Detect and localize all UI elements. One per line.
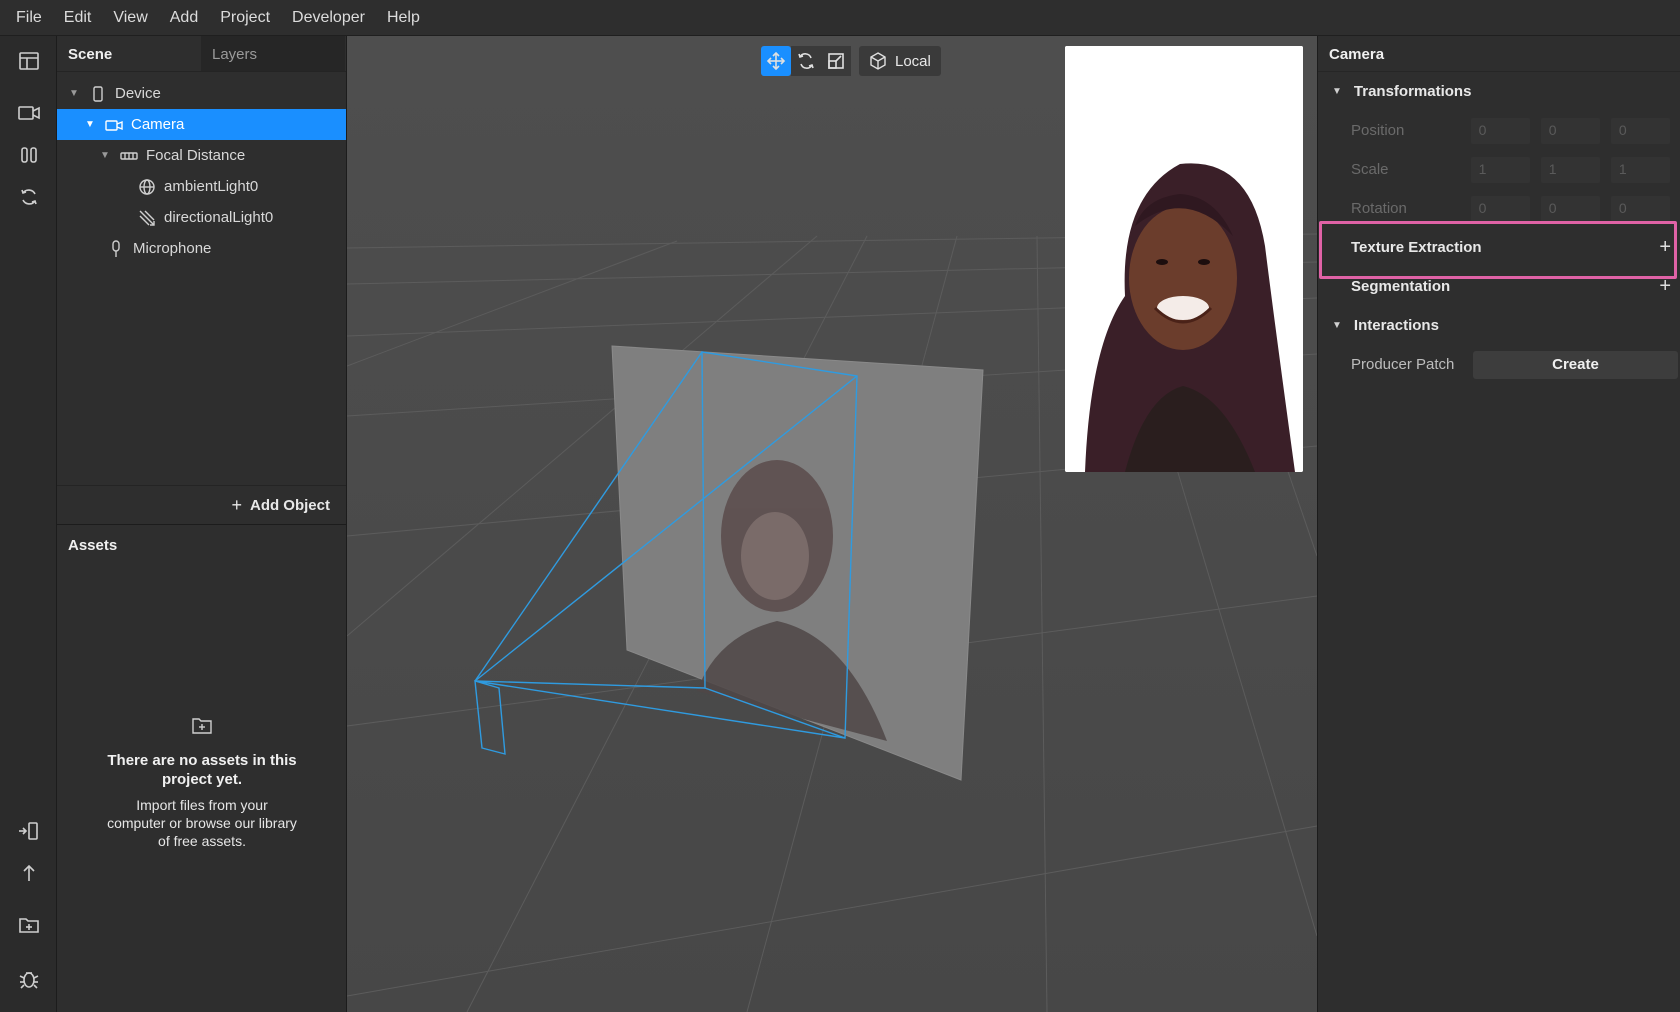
producer-patch-row: Producer Patch Create	[1318, 345, 1680, 384]
transform-toolbar: Local	[761, 46, 941, 76]
move-tool-icon[interactable]	[761, 46, 791, 76]
transformations-label: Transformations	[1353, 83, 1472, 100]
rotation-z-field[interactable]: 0	[1610, 195, 1671, 222]
app-window: File Edit View Add Project Developer Hel…	[0, 0, 1680, 1012]
focal-distance-icon	[120, 147, 138, 165]
add-object-button[interactable]: + Add Object	[57, 485, 346, 524]
microphone-icon	[107, 239, 125, 258]
assets-empty-line1: Import files from your	[136, 797, 268, 813]
transformations-section[interactable]: ▼ Transformations	[1318, 72, 1680, 111]
assets-empty-title: There are no assets in this project yet.	[57, 751, 347, 789]
tool-rail	[0, 36, 57, 1012]
add-folder-icon[interactable]	[14, 910, 44, 940]
menu-bar: File Edit View Add Project Developer Hel…	[0, 0, 1680, 36]
ambient-light-icon	[138, 178, 156, 196]
expand-triangle-icon[interactable]: ▼	[85, 119, 95, 130]
tree-item-label: ambientLight0	[164, 178, 259, 195]
tab-layers[interactable]: Layers	[201, 36, 345, 71]
scale-z-field[interactable]: 1	[1610, 156, 1671, 183]
position-x-field[interactable]: 0	[1470, 117, 1530, 144]
assets-empty-heading: There are no assets in this project yet.	[107, 752, 297, 788]
scale-label: Scale	[1351, 161, 1389, 178]
scene-tabs: Scene Layers	[57, 36, 346, 72]
scale-tool-icon[interactable]	[821, 46, 851, 76]
position-row: Position 0 0 0	[1318, 111, 1680, 150]
add-object-label: Add Object	[249, 496, 330, 514]
tree-item-label: directionalLight0	[164, 209, 274, 226]
pause-panels-icon[interactable]	[14, 140, 44, 170]
tree-item-label: Camera	[131, 116, 185, 133]
refresh-icon[interactable]	[14, 182, 44, 212]
tree-item-label: Device	[115, 85, 161, 102]
3d-viewport[interactable]: Local	[347, 36, 1317, 1012]
menu-project[interactable]: Project	[220, 9, 270, 27]
directional-light-icon	[138, 209, 156, 227]
interactions-label: Interactions	[1353, 317, 1439, 334]
rotation-label: Rotation	[1351, 200, 1407, 217]
local-space-toggle[interactable]: Local	[859, 46, 941, 76]
expand-triangle-icon[interactable]: ▼	[69, 88, 79, 99]
assets-title: Assets	[68, 537, 118, 554]
cube-icon	[870, 52, 886, 70]
assets-panel: Assets There are no assets in this proje…	[57, 524, 347, 1012]
send-to-device-icon[interactable]	[14, 816, 44, 846]
expand-triangle-icon[interactable]: ▼	[100, 150, 110, 161]
inspector-panel: Camera ▼ Transformations Position 0 0 0 …	[1317, 36, 1680, 1012]
menu-developer[interactable]: Developer	[292, 9, 365, 27]
camera-icon	[105, 116, 123, 134]
collapse-triangle-icon[interactable]: ▼	[1332, 86, 1342, 97]
local-label: Local	[895, 52, 931, 70]
tree-item-device[interactable]: ▼ Device	[57, 78, 346, 109]
menu-add[interactable]: Add	[170, 9, 198, 27]
assets-empty-line2: computer or browse our library	[107, 815, 297, 831]
tree-item-focal-distance[interactable]: ▼ Focal Distance	[57, 140, 346, 171]
position-y-field[interactable]: 0	[1540, 117, 1600, 144]
menu-view[interactable]: View	[113, 9, 147, 27]
position-z-field[interactable]: 0	[1610, 117, 1671, 144]
video-camera-icon[interactable]	[14, 98, 44, 128]
tab-scene[interactable]: Scene	[57, 36, 201, 71]
tree-item-directional-light[interactable]: directionalLight0	[57, 202, 346, 233]
menu-edit[interactable]: Edit	[64, 9, 92, 27]
scale-x-field[interactable]: 1	[1470, 156, 1530, 183]
tree-item-microphone[interactable]: Microphone	[57, 233, 346, 264]
tree-item-camera[interactable]: ▼ Camera	[57, 109, 346, 140]
create-producer-patch-button[interactable]: Create	[1473, 350, 1678, 379]
camera-preview	[1065, 46, 1303, 472]
rotate-tool-icon[interactable]	[791, 46, 821, 76]
collapse-triangle-icon[interactable]: ▼	[1332, 320, 1342, 331]
texture-extraction-highlight	[1319, 221, 1677, 279]
interactions-section[interactable]: ▼ Interactions	[1318, 306, 1680, 345]
plus-icon: +	[231, 494, 242, 515]
producer-patch-label: Producer Patch	[1351, 356, 1455, 373]
segmentation-label: Segmentation	[1351, 278, 1451, 295]
inspector-title: Camera	[1318, 36, 1680, 72]
layout-icon[interactable]	[14, 46, 44, 76]
tree-item-ambient-light[interactable]: ambientLight0	[57, 171, 346, 202]
preview-person-image	[1065, 46, 1303, 472]
assets-empty-line3: of free assets.	[158, 833, 246, 849]
scale-y-field[interactable]: 1	[1540, 156, 1600, 183]
bug-icon[interactable]	[14, 964, 44, 994]
position-label: Position	[1351, 122, 1405, 139]
scene-panel: Scene Layers ▼ Device ▼ Camera ▼ Focal D…	[57, 36, 347, 524]
tree-item-label: Focal Distance	[146, 147, 246, 164]
rotation-y-field[interactable]: 0	[1540, 195, 1600, 222]
menu-help[interactable]: Help	[387, 9, 420, 27]
empty-folder-icon	[57, 715, 347, 738]
upload-arrow-icon[interactable]	[14, 858, 44, 888]
menu-file[interactable]: File	[16, 9, 42, 27]
tree-item-label: Microphone	[133, 240, 212, 257]
rotation-x-field[interactable]: 0	[1470, 195, 1530, 222]
scale-row: Scale 1 1 1	[1318, 150, 1680, 189]
device-icon	[89, 85, 107, 103]
